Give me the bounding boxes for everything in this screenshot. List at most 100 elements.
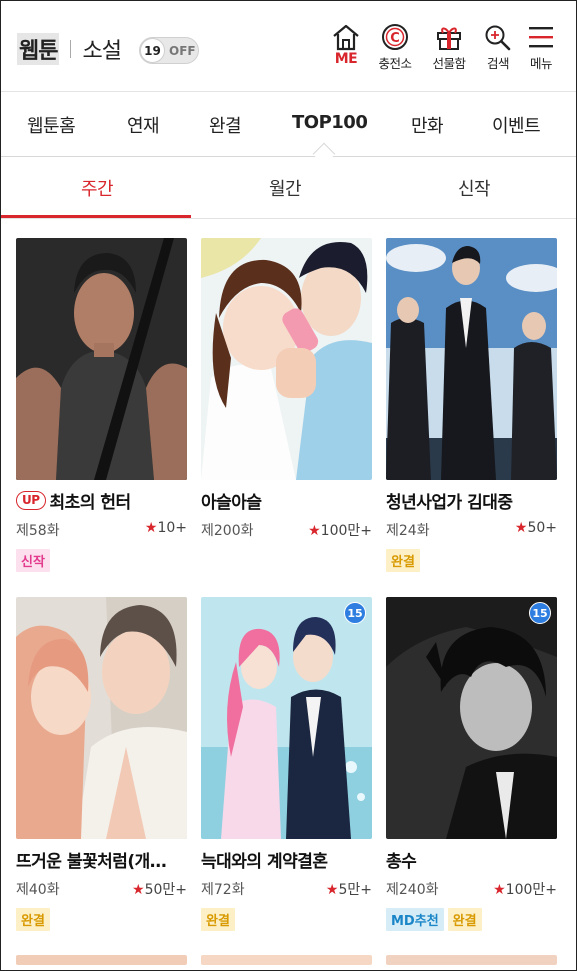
charge-station-button[interactable]: C 충전소 bbox=[370, 23, 420, 72]
new-badge: 신작 bbox=[16, 549, 50, 572]
card-rating-value: 50만+ bbox=[144, 882, 187, 898]
card-meta: 제200화 ★100만+ bbox=[201, 520, 372, 540]
nav-serial[interactable]: 연재 bbox=[127, 112, 160, 138]
completed-badge: 완결 bbox=[386, 549, 420, 572]
tab-monthly[interactable]: 월간 bbox=[269, 175, 302, 201]
webtoon-thumbnail[interactable]: 15 bbox=[201, 597, 372, 839]
webtoon-thumbnail[interactable] bbox=[16, 238, 187, 480]
card-title-text: 아슬아슬 bbox=[201, 493, 262, 513]
card-title-text: 청년사업가 김대중 bbox=[386, 493, 513, 513]
card-meta: 제40화 ★50만+ bbox=[16, 879, 187, 899]
card-rating: ★5만+ bbox=[326, 879, 372, 899]
nav-completed[interactable]: 완결 bbox=[209, 112, 242, 138]
card-title: 총수 bbox=[386, 847, 557, 872]
card-title: UP 최초의 헌터 bbox=[16, 488, 187, 513]
brand-divider bbox=[70, 40, 72, 58]
card-title-text: 늑대와의 계약결혼 bbox=[201, 852, 328, 872]
webtoon-thumbnail[interactable] bbox=[386, 238, 557, 480]
tab-weekly[interactable]: 주간 bbox=[81, 175, 114, 201]
card-episode: 제240화 bbox=[386, 882, 439, 898]
card-rating: ★10+ bbox=[145, 520, 187, 540]
webtoon-card[interactable]: 뜨거운 불꽃처럼(개… 제40화 ★50만+ 완결 bbox=[16, 597, 187, 931]
completed-badge: 완결 bbox=[16, 908, 50, 931]
card-rating-value: 10+ bbox=[157, 520, 187, 536]
category-nav: 웹툰홈 연재 완결 TOP100 만화 이벤트 bbox=[1, 91, 576, 157]
md-pick-badge: MD추천 bbox=[386, 908, 444, 931]
period-tabs: 주간 월간 신작 bbox=[1, 157, 576, 219]
card-rating: ★100만+ bbox=[493, 879, 557, 899]
card-rating: ★50+ bbox=[515, 520, 557, 540]
star-icon: ★ bbox=[144, 520, 158, 536]
top-header: 웹툰 소설 19 OFF ME C 충전소 선물함 검색 메뉴 bbox=[1, 1, 576, 91]
card-title: 늑대와의 계약결혼 bbox=[201, 847, 372, 872]
me-label: ME bbox=[334, 51, 358, 67]
gift-box-button[interactable]: 선물함 bbox=[424, 23, 474, 72]
nav-webtoon-home[interactable]: 웹툰홈 bbox=[27, 112, 76, 138]
brand-switch: 웹툰 소설 bbox=[17, 33, 122, 65]
webtoon-card[interactable]: UP 최초의 헌터 제58화 ★10+ 신작 bbox=[16, 238, 187, 572]
card-episode: 제24화 bbox=[386, 523, 430, 539]
card-rating-value: 50+ bbox=[527, 520, 557, 536]
star-icon: ★ bbox=[514, 520, 528, 536]
card-title: 뜨거운 불꽃처럼(개… bbox=[16, 847, 187, 872]
tab-novel[interactable]: 소설 bbox=[82, 33, 121, 65]
charge-label: 충전소 bbox=[378, 56, 412, 71]
webtoon-thumbnail[interactable] bbox=[201, 238, 372, 480]
star-icon: ★ bbox=[493, 882, 506, 898]
tab-new[interactable]: 신작 bbox=[458, 175, 491, 201]
search-icon bbox=[485, 25, 511, 51]
card-badges: 완결 bbox=[386, 549, 557, 572]
card-title: 청년사업가 김대중 bbox=[386, 488, 557, 513]
card-title-text: 뜨거운 불꽃처럼(개… bbox=[16, 852, 167, 872]
tab-webtoon[interactable]: 웹툰 bbox=[17, 33, 60, 65]
card-badges: 완결 bbox=[201, 908, 372, 931]
webtoon-card[interactable]: 아슬아슬 제200화 ★100만+ bbox=[201, 238, 372, 540]
card-rating-value: 100만+ bbox=[505, 882, 557, 898]
menu-button[interactable]: 메뉴 bbox=[516, 23, 566, 72]
home-icon bbox=[333, 24, 359, 51]
card-episode: 제58화 bbox=[16, 523, 60, 539]
card-rating: ★50만+ bbox=[132, 879, 187, 899]
webtoon-thumbnail[interactable] bbox=[16, 597, 187, 839]
card-title-text: 최초의 헌터 bbox=[49, 493, 132, 513]
nav-event[interactable]: 이벤트 bbox=[492, 112, 541, 138]
star-icon: ★ bbox=[325, 882, 339, 898]
adult-content-toggle[interactable]: 19 OFF bbox=[139, 37, 199, 64]
webtoon-card[interactable]: 청년사업가 김대중 제24화 ★50+ 완결 bbox=[386, 238, 557, 572]
my-page-button[interactable]: ME bbox=[321, 23, 371, 67]
webtoon-thumbnail[interactable]: 15 bbox=[386, 597, 557, 839]
card-title-text: 총수 bbox=[386, 852, 417, 872]
card-rating: ★100만+ bbox=[308, 520, 372, 540]
completed-badge: 완결 bbox=[201, 908, 235, 931]
star-icon: ★ bbox=[308, 523, 321, 539]
nav-top100[interactable]: TOP100 bbox=[292, 112, 368, 133]
charge-icon: C bbox=[382, 24, 408, 50]
age-rating-badge: 15 bbox=[529, 602, 551, 624]
card-rating-value: 100만+ bbox=[320, 523, 372, 539]
next-row-thumbnail[interactable] bbox=[386, 955, 557, 965]
active-tab-underline bbox=[1, 215, 191, 218]
card-rating-value: 5만+ bbox=[338, 882, 372, 898]
card-meta: 제58화 ★10+ bbox=[16, 520, 187, 540]
completed-badge: 완결 bbox=[447, 908, 482, 931]
menu-icon bbox=[529, 27, 553, 48]
card-meta: 제240화 ★100만+ bbox=[386, 879, 557, 899]
next-row-thumbnail[interactable] bbox=[201, 955, 372, 965]
svg-text:C: C bbox=[390, 31, 400, 46]
gift-label: 선물함 bbox=[432, 56, 466, 71]
card-badges: 완결 bbox=[16, 908, 187, 931]
card-meta: 제72화 ★5만+ bbox=[201, 879, 372, 899]
app-frame: 웹툰 소설 19 OFF ME C 충전소 선물함 검색 메뉴 웹툰홈 연재 완… bbox=[0, 0, 577, 971]
card-episode: 제72화 bbox=[201, 882, 245, 898]
update-badge: UP bbox=[16, 491, 46, 510]
nav-comics[interactable]: 만화 bbox=[411, 112, 444, 138]
adult-age-knob: 19 bbox=[140, 38, 165, 63]
next-row-thumbnail[interactable] bbox=[16, 955, 187, 965]
card-episode: 제200화 bbox=[201, 523, 254, 539]
webtoon-card[interactable]: 15 늑대와의 계약결혼 제72화 ★5만+ 완결 bbox=[201, 597, 372, 931]
adult-toggle-state: OFF bbox=[169, 43, 196, 58]
menu-label: 메뉴 bbox=[529, 56, 553, 71]
webtoon-card[interactable]: 15 총수 제240화 ★100만+ MD추천 완결 bbox=[386, 597, 557, 931]
card-badges: MD추천 완결 bbox=[386, 908, 557, 931]
card-title: 아슬아슬 bbox=[201, 488, 372, 513]
